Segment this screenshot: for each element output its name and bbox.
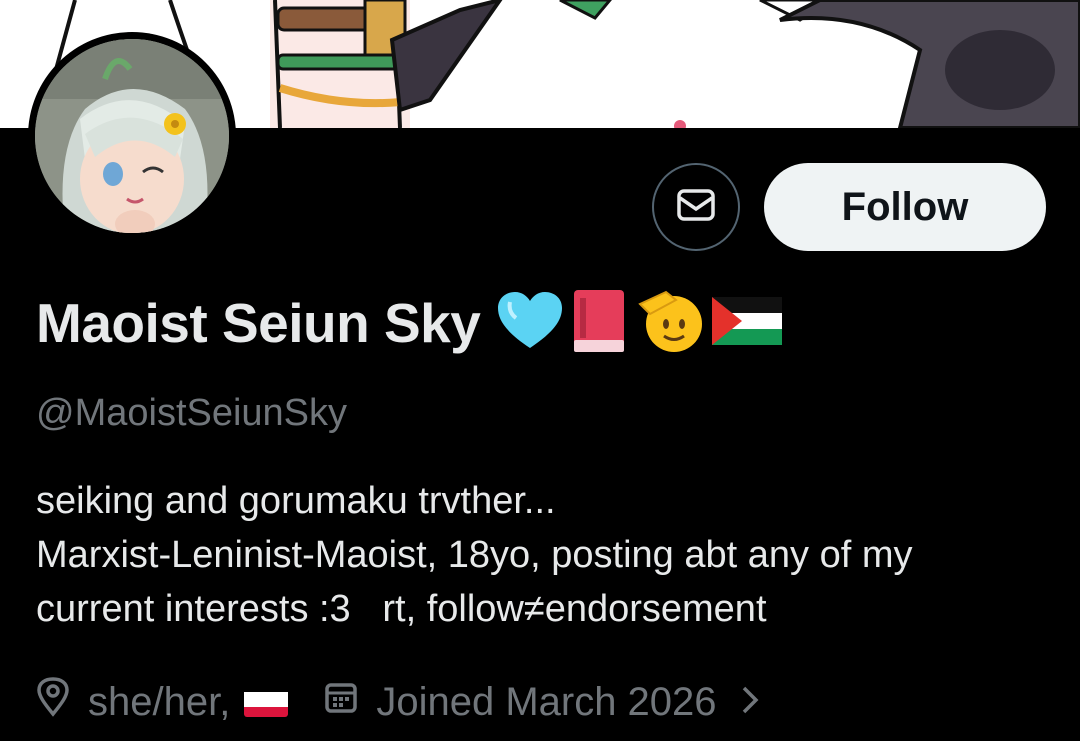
- location-pin-icon: [36, 677, 70, 727]
- envelope-icon: [676, 188, 716, 227]
- profile-meta: she/her, Joined March 2026: [36, 672, 759, 732]
- location-item: she/her,: [36, 677, 289, 727]
- palestine-flag-icon: [712, 296, 783, 350]
- red-book-icon: [570, 288, 630, 359]
- chevron-right-icon[interactable]: [741, 680, 759, 725]
- poland-flag-icon: [244, 687, 289, 717]
- bio-line: current interests :3 rt, follow≠endorsem…: [36, 588, 767, 630]
- handle: @MaoistSeiunSky: [36, 392, 348, 434]
- display-name: Maoist Seiun Sky: [36, 292, 481, 354]
- bio-line: seiking and gorumaku trvther...: [36, 480, 556, 522]
- bio-line: Marxist-Leninist-Maoist, 18yo, posting a…: [36, 534, 913, 576]
- light-blue-heart-icon: [496, 290, 564, 357]
- avatar[interactable]: [28, 32, 236, 240]
- bio: seiking and gorumaku trvther... Marxist-…: [36, 474, 1056, 636]
- avatar-image: [35, 39, 229, 233]
- saluting-face-icon: [636, 288, 706, 359]
- joined-text: Joined March 2026: [376, 679, 717, 724]
- message-button[interactable]: [652, 163, 740, 251]
- follow-button[interactable]: Follow: [764, 163, 1046, 251]
- calendar-icon: [324, 680, 358, 725]
- joined-item[interactable]: Joined March 2026: [324, 679, 759, 725]
- location-text: she/her,: [88, 679, 231, 724]
- name-row: Maoist Seiun Sky: [36, 286, 783, 360]
